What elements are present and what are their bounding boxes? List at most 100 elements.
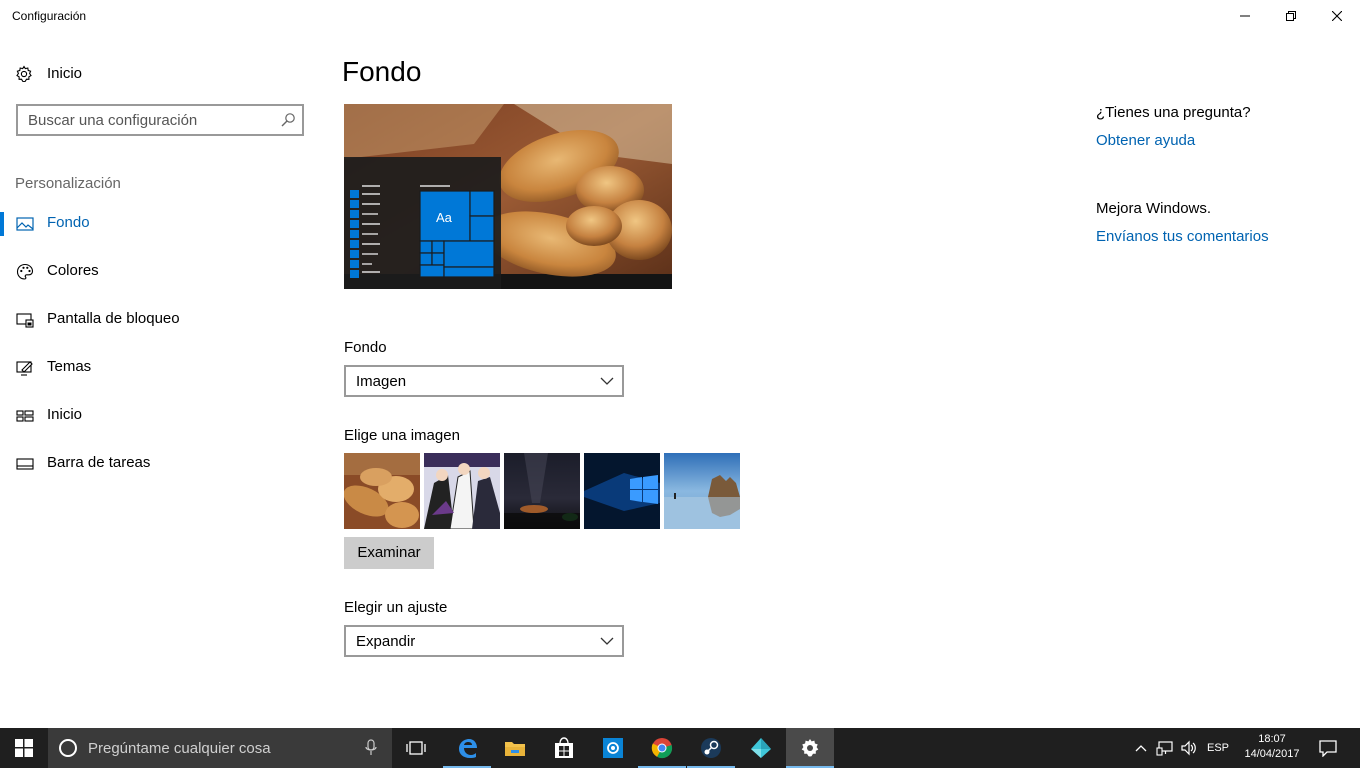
- action-center-icon: [1319, 740, 1337, 757]
- windows-logo-icon: [15, 739, 33, 757]
- chrome-icon: [651, 738, 673, 759]
- network-icon: [1156, 741, 1173, 756]
- sidebar-item-temas[interactable]: Temas: [0, 348, 320, 388]
- taskbar-crystal-app[interactable]: [737, 728, 785, 768]
- thumbnail-anime[interactable]: [424, 453, 500, 529]
- taskbar-search-box[interactable]: Pregúntame cualquier cosa: [48, 728, 392, 768]
- steam-icon: [701, 738, 721, 758]
- sidebar-item-label: Colores: [47, 262, 99, 279]
- lock-screen-icon: [16, 313, 34, 328]
- restore-button[interactable]: [1268, 0, 1314, 32]
- improve-windows-text: Mejora Windows.: [1096, 200, 1212, 217]
- preview-tile-text: Aa: [436, 210, 453, 225]
- network-button[interactable]: [1153, 728, 1177, 768]
- chevron-down-icon: [600, 377, 614, 385]
- dropdown-value: Imagen: [356, 373, 407, 390]
- action-center-button[interactable]: [1312, 728, 1344, 768]
- dropdown-value: Expandir: [356, 633, 416, 650]
- background-type-label: Fondo: [344, 339, 387, 356]
- background-type-dropdown[interactable]: Imagen: [344, 365, 624, 397]
- taskbar-icon: [16, 458, 34, 470]
- beach-thumbnail-image: [664, 453, 740, 529]
- sidebar-item-label: Barra de tareas: [47, 454, 151, 471]
- taskbar-outlook[interactable]: [589, 728, 637, 768]
- search-icon[interactable]: [280, 112, 296, 128]
- sidebar-item-label: Fondo: [47, 214, 90, 231]
- restore-icon: [1286, 11, 1296, 21]
- image-thumbnails: [344, 453, 744, 529]
- themes-icon: [16, 361, 33, 376]
- bread-preview-image: Aa: [344, 104, 672, 289]
- background-preview: Aa: [344, 104, 672, 289]
- sidebar: Inicio Buscar una configuración Personal…: [0, 32, 320, 728]
- bread-thumbnail-image: [344, 453, 420, 529]
- clock-date: 14/04/2017: [1244, 748, 1300, 760]
- microphone-icon[interactable]: [364, 739, 378, 757]
- taskbar-settings[interactable]: [786, 728, 834, 768]
- sidebar-item-label: Pantalla de bloqueo: [47, 310, 180, 327]
- show-hidden-icons-button[interactable]: [1130, 728, 1152, 768]
- taskbar-chrome[interactable]: [638, 728, 686, 768]
- thumbnail-beach[interactable]: [664, 453, 740, 529]
- taskbar-steam[interactable]: [687, 728, 735, 768]
- taskbar-file-explorer[interactable]: [491, 728, 539, 768]
- windows-hero-thumbnail-image: [584, 453, 660, 529]
- start-button[interactable]: [0, 728, 48, 768]
- cortana-icon: [59, 739, 77, 757]
- settings-search-input[interactable]: Buscar una configuración: [16, 104, 304, 136]
- start-tiles-icon: [16, 410, 34, 422]
- settings-icon: [801, 739, 819, 757]
- gear-icon: [16, 65, 32, 83]
- fit-label: Elegir un ajuste: [344, 599, 448, 616]
- nav-home[interactable]: Inicio: [0, 60, 320, 88]
- get-help-link[interactable]: Obtener ayuda: [1096, 132, 1195, 149]
- close-icon: [1332, 11, 1342, 21]
- browse-button[interactable]: Examinar: [344, 537, 434, 569]
- close-button[interactable]: [1314, 0, 1360, 32]
- window-title: Configuración: [12, 9, 87, 23]
- taskbar-edge[interactable]: [443, 728, 491, 768]
- minimize-button[interactable]: [1222, 0, 1268, 32]
- nav-home-label: Inicio: [47, 65, 83, 82]
- picture-icon: [16, 217, 34, 231]
- search-placeholder: Buscar una configuración: [28, 112, 198, 129]
- sidebar-item-colores[interactable]: Colores: [0, 252, 320, 292]
- thumbnail-bread[interactable]: [344, 453, 420, 529]
- sidebar-item-inicio[interactable]: Inicio: [0, 396, 320, 436]
- outlook-icon: [603, 738, 623, 758]
- sidebar-item-barra-de-tareas[interactable]: Barra de tareas: [0, 444, 320, 484]
- selection-indicator: [0, 212, 4, 236]
- crystal-app-icon: [751, 738, 771, 758]
- edge-icon: [459, 739, 477, 758]
- volume-button[interactable]: [1178, 728, 1200, 768]
- clock[interactable]: 18:07 14/04/2017: [1236, 732, 1308, 762]
- fit-dropdown[interactable]: Expandir: [344, 625, 624, 657]
- title-bar: Configuración: [0, 0, 1360, 32]
- clock-time: 18:07: [1258, 733, 1286, 745]
- page-title: Fondo: [342, 56, 422, 87]
- section-label: Personalización: [15, 175, 121, 192]
- thumbnail-windows-hero[interactable]: [584, 453, 660, 529]
- sidebar-item-label: Temas: [47, 358, 92, 375]
- night-sky-thumbnail-image: [504, 453, 580, 529]
- input-language: ESP: [1206, 742, 1229, 754]
- sidebar-item-label: Inicio: [47, 406, 83, 423]
- minimize-icon: [1240, 15, 1250, 17]
- feedback-link[interactable]: Envíanos tus comentarios: [1096, 228, 1269, 245]
- taskbar: Pregúntame cualquier cosa ESP 18:07 14/0…: [0, 728, 1360, 768]
- anime-thumbnail-image: [424, 453, 500, 529]
- input-language-button[interactable]: ESP: [1202, 728, 1234, 768]
- choose-image-label: Elige una imagen: [344, 427, 460, 444]
- palette-icon: [16, 263, 34, 280]
- chevron-up-icon: [1135, 745, 1147, 752]
- speaker-icon: [1181, 740, 1196, 756]
- sidebar-item-fondo[interactable]: Fondo: [0, 204, 320, 244]
- sidebar-item-pantalla-de-bloqueo[interactable]: Pantalla de bloqueo: [0, 300, 320, 340]
- help-question: ¿Tienes una pregunta?: [1096, 104, 1251, 121]
- task-view-button[interactable]: [392, 728, 440, 768]
- task-view-icon: [406, 741, 426, 755]
- store-icon: [555, 737, 573, 758]
- thumbnail-night-sky[interactable]: [504, 453, 580, 529]
- taskbar-search-placeholder: Pregúntame cualquier cosa: [88, 740, 271, 757]
- taskbar-store[interactable]: [540, 728, 588, 768]
